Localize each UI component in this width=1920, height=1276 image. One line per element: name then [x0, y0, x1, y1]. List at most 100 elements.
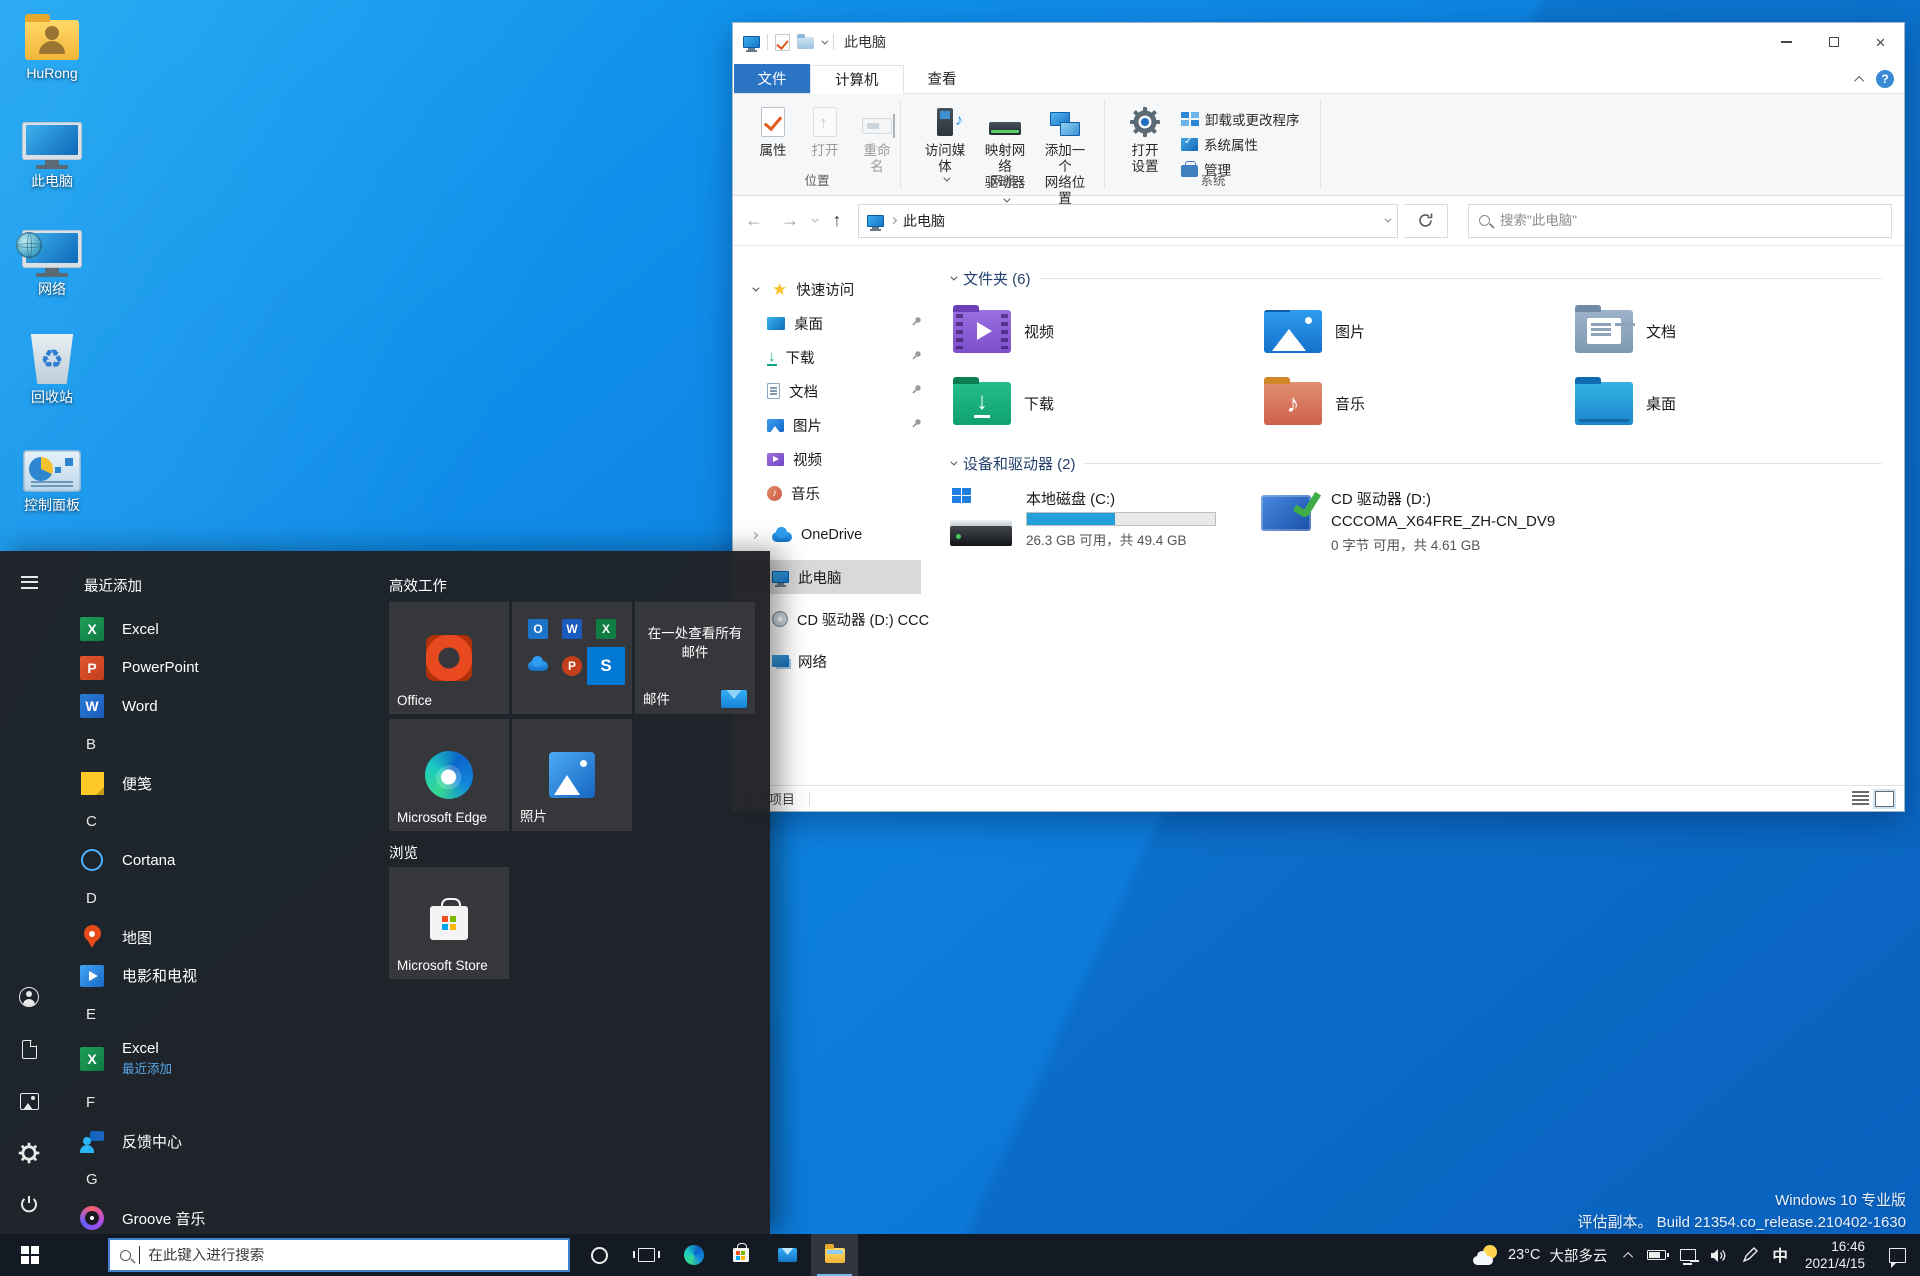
letter-header-f[interactable]: F [70, 1084, 438, 1123]
store-taskbar-button[interactable] [717, 1234, 764, 1276]
properties-qat-icon[interactable] [775, 33, 790, 51]
taskbar-search-box[interactable] [108, 1238, 570, 1272]
ime-indicator[interactable]: 中 [1765, 1234, 1795, 1276]
nav-videos[interactable]: 视频 [733, 442, 946, 476]
taskbar-search-input[interactable] [148, 1247, 558, 1263]
network-button[interactable] [1673, 1234, 1703, 1276]
app-item-movies-tv[interactable]: 电影和电视 [70, 957, 438, 996]
close-button[interactable]: × [1857, 23, 1904, 61]
tile-photos[interactable]: 照片 [512, 719, 632, 831]
map-network-drive-button[interactable]: 映射网络 驱动器 [975, 100, 1035, 211]
app-item-maps[interactable]: 地图 [70, 918, 438, 957]
tile-store[interactable]: Microsoft Store [389, 867, 509, 979]
collapse-ribbon-icon[interactable] [1854, 75, 1865, 86]
minimize-button[interactable] [1763, 23, 1810, 61]
chevron-right-icon[interactable] [750, 531, 758, 539]
folder-pictures[interactable]: 图片 [1261, 303, 1572, 359]
app-item-feedback-hub[interactable]: 反馈中心 [70, 1122, 438, 1161]
tab-computer[interactable]: 计算机 [810, 65, 904, 94]
forward-button[interactable]: → [775, 206, 805, 236]
expand-menu-button[interactable] [6, 559, 52, 605]
rename-button[interactable]: 重命名 [851, 100, 903, 179]
maximize-button[interactable] [1810, 23, 1857, 61]
volume-button[interactable] [1703, 1234, 1735, 1276]
system-properties-button[interactable]: 系统属性 [1175, 133, 1306, 155]
weather-widget[interactable]: 23°C 大部多云 [1461, 1234, 1619, 1276]
customize-qat-chevron-icon[interactable] [821, 37, 829, 45]
folder-videos[interactable]: 视频 [950, 303, 1261, 359]
details-view-icon[interactable] [1852, 790, 1869, 805]
start-button[interactable] [0, 1234, 60, 1276]
properties-button[interactable]: 属性 [747, 100, 799, 163]
app-item-sticky-notes[interactable]: 便笺 [70, 764, 438, 803]
desktop-icon-recycle-bin[interactable]: ♻ 回收站 [6, 332, 98, 432]
letter-header-d[interactable]: D [70, 880, 438, 919]
clock[interactable]: 16:46 2021/4/15 [1795, 1238, 1875, 1272]
nav-onedrive[interactable]: OneDrive [733, 518, 946, 552]
app-item-excel[interactable]: X Excel [70, 610, 438, 649]
help-icon[interactable]: ? [1876, 70, 1894, 88]
desktop-icon-hurong[interactable]: HuRong [6, 8, 98, 108]
breadcrumb-path[interactable]: 此电脑 [903, 211, 945, 231]
letter-header-e[interactable]: E [70, 995, 438, 1034]
nav-desktop[interactable]: 桌面 [733, 306, 946, 340]
new-folder-qat-icon[interactable] [797, 34, 814, 49]
tab-view[interactable]: 查看 [904, 64, 981, 93]
chevron-down-icon[interactable] [751, 284, 759, 292]
user-account-button[interactable] [6, 974, 52, 1020]
desktop-icon-this-pc[interactable]: 此电脑 [6, 116, 98, 216]
open-button[interactable]: 打开 [799, 100, 851, 163]
power-button[interactable] [6, 1182, 52, 1228]
nav-pictures[interactable]: 图片 [733, 408, 946, 442]
folder-documents[interactable]: 文档 [1572, 303, 1883, 359]
file-explorer-taskbar-button[interactable] [811, 1234, 858, 1276]
refresh-button[interactable] [1404, 203, 1448, 238]
address-bar[interactable]: 此电脑 [858, 203, 1398, 238]
letter-header-c[interactable]: C [70, 803, 438, 842]
tile-edge[interactable]: Microsoft Edge [389, 719, 509, 831]
folders-section-header[interactable]: 文件夹 (6) [950, 268, 1904, 289]
nav-documents[interactable]: 文档 [733, 374, 946, 408]
drive-c[interactable]: 本地磁盘 (C:) 26.3 GB 可用，共 49.4 GB [950, 488, 1261, 554]
collapse-section-chevron-icon[interactable] [950, 273, 958, 281]
app-item-excel-recent[interactable]: X Excel 最近添加 [70, 1034, 438, 1084]
pen-button[interactable] [1735, 1234, 1765, 1276]
app-item-word[interactable]: W Word [70, 687, 438, 726]
nav-downloads[interactable]: ↓ 下载 [733, 340, 946, 374]
back-button[interactable]: ← [739, 206, 769, 236]
recent-locations-chevron-icon[interactable] [811, 215, 819, 223]
tile-mail[interactable]: 在一处查看所有邮件 邮件 [635, 602, 755, 714]
hidden-icons-button[interactable] [1619, 1234, 1640, 1276]
collapse-section-chevron-icon[interactable] [950, 458, 958, 466]
titlebar[interactable]: 此电脑 × [733, 23, 1904, 61]
documents-button[interactable] [6, 1026, 52, 1072]
action-center-button[interactable] [1875, 1234, 1920, 1276]
app-item-cortana[interactable]: Cortana [70, 841, 438, 880]
folder-music[interactable]: ♪ 音乐 [1261, 375, 1572, 431]
devices-section-header[interactable]: 设备和驱动器 (2) [950, 453, 1904, 474]
nav-quick-access[interactable]: ★ 快速访问 [733, 272, 946, 306]
add-network-location-button[interactable]: 添加一个 网络位置 [1035, 100, 1095, 211]
mail-taskbar-button[interactable] [764, 1234, 811, 1276]
address-dropdown-chevron-icon[interactable] [1384, 215, 1392, 223]
settings-button[interactable] [6, 1130, 52, 1176]
tile-office-apps[interactable]: O W X P S [512, 602, 632, 714]
letter-header-g[interactable]: G [70, 1161, 438, 1200]
open-settings-button[interactable]: 打开 设置 [1119, 100, 1171, 179]
letter-header-b[interactable]: B [70, 726, 438, 765]
cortana-button[interactable] [576, 1234, 623, 1276]
app-item-groove-music[interactable]: Groove 音乐 [70, 1199, 438, 1234]
nav-music[interactable]: ♪ 音乐 [733, 476, 946, 510]
explorer-search-input[interactable] [1500, 213, 1881, 228]
breadcrumb-chevron-icon[interactable] [889, 216, 898, 225]
edge-taskbar-button[interactable] [670, 1234, 717, 1276]
battery-button[interactable] [1640, 1234, 1673, 1276]
folder-desktop[interactable]: 桌面 [1572, 375, 1883, 431]
desktop-icon-network[interactable]: 网络 [6, 224, 98, 324]
pictures-button[interactable] [6, 1078, 52, 1124]
tab-file[interactable]: 文件 [734, 64, 810, 93]
folder-downloads[interactable]: ↓ 下载 [950, 375, 1261, 431]
uninstall-button[interactable]: 卸载或更改程序 [1175, 108, 1306, 130]
desktop-icon-control-panel[interactable]: 控制面板 [6, 440, 98, 540]
large-icons-view-icon[interactable] [1875, 790, 1894, 807]
